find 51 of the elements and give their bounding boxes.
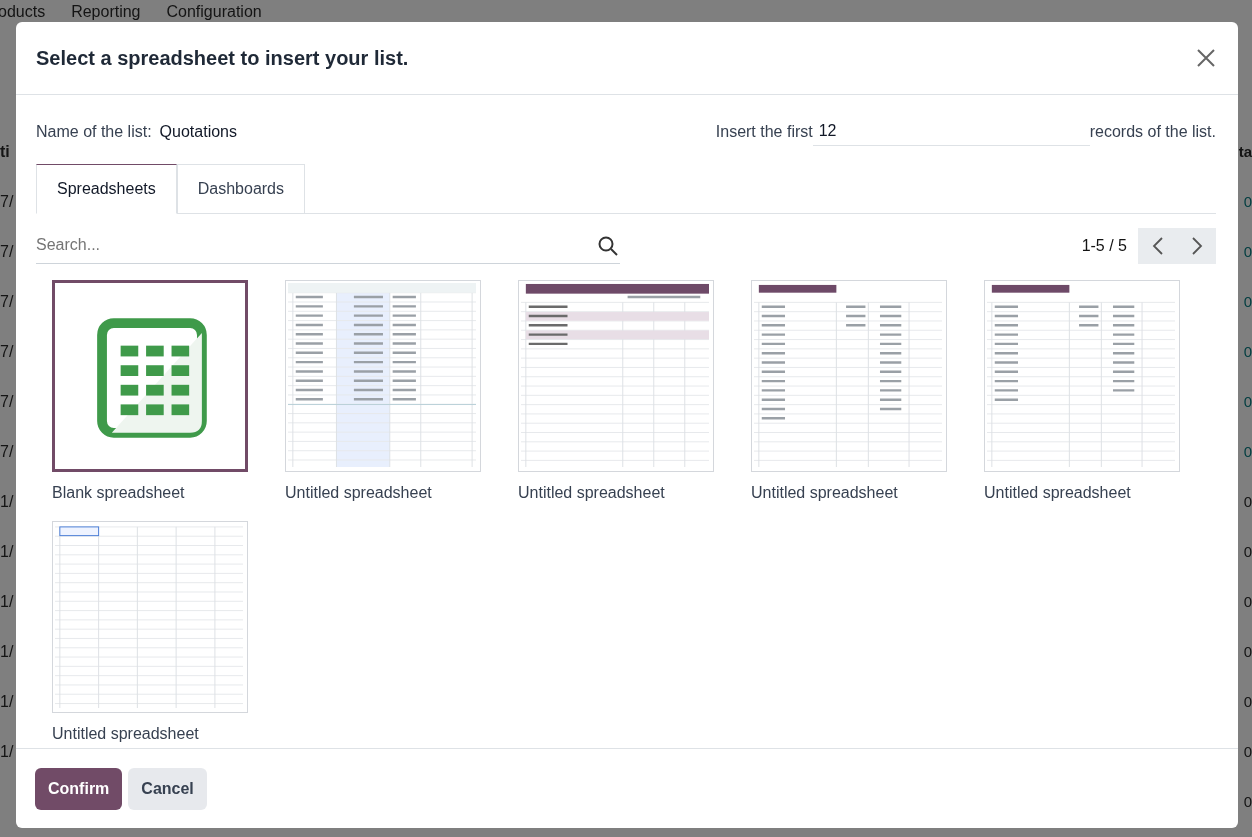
table-cell-text: 1/ [0, 592, 14, 612]
field-value: Quotations [159, 121, 237, 142]
tab[interactable]: Spreadsheets [36, 164, 177, 214]
thumbnail-label: Untitled spreadsheet [984, 483, 1132, 503]
table-cell[interactable]: 0 [1238, 277, 1252, 327]
thumbnail-label: Untitled spreadsheet [52, 724, 200, 744]
table-cell-text: 1/ [0, 742, 14, 762]
menu-item[interactable]: Configuration [166, 3, 262, 21]
table-cell-text: 0 [1242, 642, 1252, 662]
table-cell-text: 1/ [0, 492, 14, 512]
table-cell[interactable]: 0 [1238, 427, 1252, 477]
chevron-left-icon [1151, 235, 1164, 256]
table-cell-text: 0 [1242, 692, 1252, 712]
cancel-button[interactable]: Cancel [128, 767, 207, 810]
chevron-right-icon [1190, 235, 1203, 256]
confirm-button[interactable]: Confirm [35, 767, 123, 810]
table-cell[interactable]: 0 [1238, 177, 1252, 227]
table-cell-text: 0 [1242, 592, 1252, 612]
table-cell-text: 7/ [0, 342, 14, 362]
dialog-title: Select a spreadsheet to insert your list. [36, 46, 409, 70]
tab[interactable]: Dashboards [176, 164, 305, 214]
table-cell[interactable]: 0 [1238, 377, 1252, 427]
table-cell-text: 1/ [0, 692, 14, 712]
field-label: records of the list. [1089, 121, 1216, 142]
table-cell-text: 7/ [0, 242, 14, 262]
table-cell-text: 0 [1242, 492, 1252, 512]
table-cell[interactable]: 0 [1238, 327, 1252, 377]
table-cell-text: 0 [1242, 542, 1252, 562]
table-cell-text: 0 [1242, 792, 1252, 812]
table-cell-text: 0 [1242, 742, 1252, 762]
table-cell-text: 1/ [0, 542, 14, 562]
table-cell-text: 7/ [0, 442, 14, 462]
table-cell-text: 7/ [0, 192, 14, 212]
previous-button[interactable] [1138, 227, 1177, 264]
table-cell-text: 7/ [0, 392, 14, 412]
column-header: ti [0, 142, 11, 162]
spreadsheet-thumbnail[interactable] [52, 280, 248, 472]
field-label: Insert the first [715, 121, 813, 142]
field-label: Name of the list: [36, 121, 152, 142]
pager-value: 1-5 / 5 [1081, 235, 1127, 256]
thumbnail-label: Untitled spreadsheet [751, 483, 899, 503]
table-cell-text: 7/ [0, 292, 14, 312]
menu-item[interactable]: Reporting [71, 3, 141, 21]
thumbnail-label: Blank spreadsheet [52, 483, 186, 503]
table-cell-text: 1/ [0, 642, 14, 662]
column-header: ta [1238, 142, 1252, 162]
thumbnail-label: Untitled spreadsheet [285, 483, 433, 503]
next-button[interactable] [1177, 227, 1216, 264]
close-icon [1196, 48, 1216, 68]
table-cell[interactable]: 0 [1238, 227, 1252, 277]
thumbnail-label: Untitled spreadsheet [518, 483, 666, 503]
